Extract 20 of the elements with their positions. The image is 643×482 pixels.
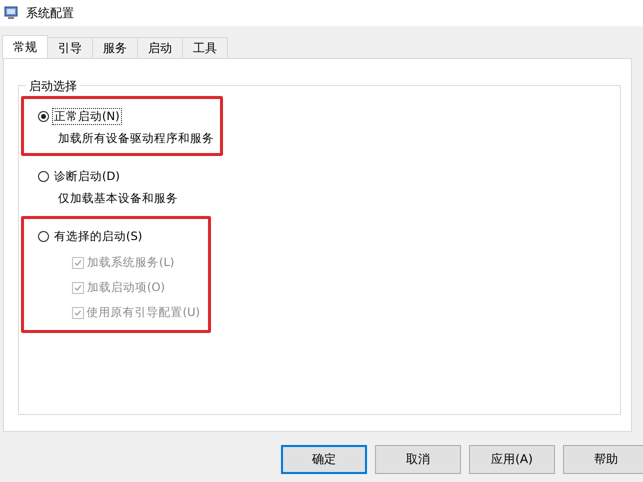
tab[interactable]: 常规 [2, 35, 48, 58]
dialog-button[interactable]: 确定 [281, 445, 367, 474]
radio-button[interactable] [38, 230, 49, 242]
dialog-button[interactable]: 帮助 [563, 445, 643, 474]
radio-button[interactable] [38, 110, 49, 122]
option-description: 加载所有设备驱动程序和服务 [58, 130, 214, 147]
radio-button[interactable] [38, 170, 49, 182]
dialog-button[interactable]: 取消 [375, 445, 461, 474]
tab[interactable]: 工具 [182, 37, 228, 58]
window-title: 系统配置 [26, 4, 74, 22]
checkbox-label: 加载系统服务(L) [87, 255, 174, 270]
radio-label: 正常启动(N) [52, 108, 122, 124]
radio-label: 有选择的启动(S) [53, 228, 144, 244]
option-description: 仅加载基本设备和服务 [58, 190, 178, 207]
app-icon [4, 6, 18, 20]
radio-label: 诊断启动(D) [53, 168, 121, 184]
dialog-button[interactable]: 应用(A) [469, 445, 555, 474]
group-title: 启动选择 [26, 78, 80, 95]
checkbox-label: 使用原有引导配置(U) [86, 305, 200, 320]
checkbox-label: 加载启动项(O) [87, 280, 166, 295]
